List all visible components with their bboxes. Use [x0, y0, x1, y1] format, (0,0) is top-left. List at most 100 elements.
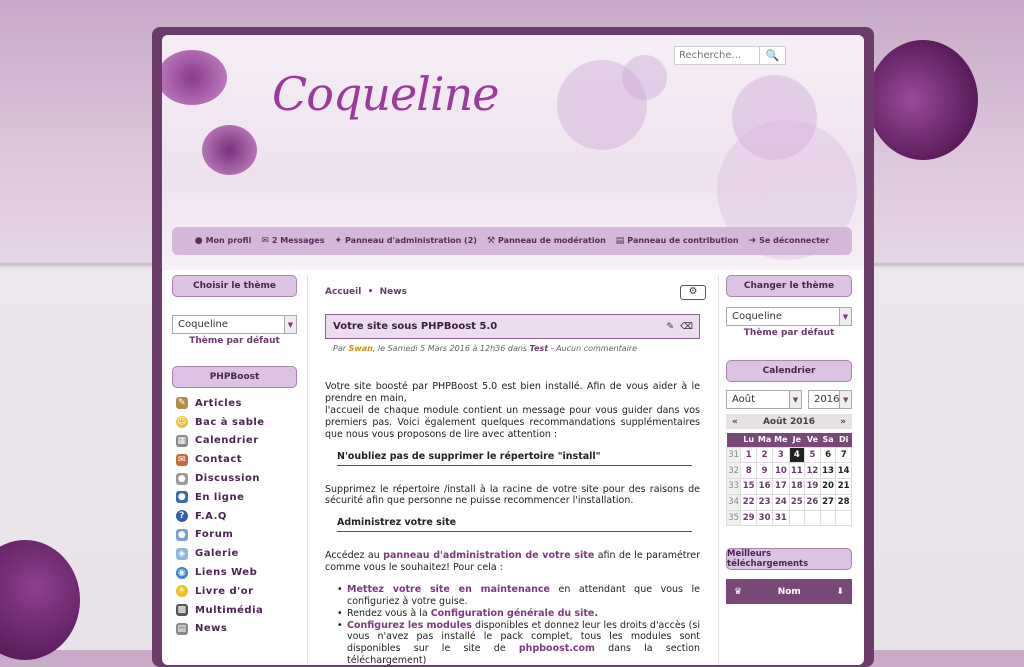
choose-theme-title: Choisir le thème — [172, 275, 297, 297]
module-link-articles[interactable]: ✎ Articles — [172, 394, 297, 413]
admin-steps-list: Mettez votre site en maintenance en atte… — [337, 584, 700, 665]
chevron-down-icon: ▼ — [284, 316, 296, 333]
list-item: Configurez les modules disponibles et do… — [337, 620, 700, 666]
download-icon: ⬇ — [836, 586, 844, 597]
menu-item-moderation[interactable]: ⚒ Panneau de modération — [487, 236, 606, 246]
phpboost-menu-title: PHPBoost — [172, 366, 297, 388]
right-sidebar: Changer le thème Coqueline ▼ Thème par d… — [725, 275, 852, 605]
module-list: ✎ Articles ☺ Bac à sable ▦ Calendrier ✉ Cont… — [172, 394, 297, 638]
breadcrumb-news[interactable]: News — [380, 287, 407, 297]
theme-select[interactable]: Coqueline ▼ — [172, 315, 297, 334]
admin-panel-link[interactable]: panneau d'administration de votre site — [383, 550, 594, 561]
heading-admin: Administrez votre site — [337, 517, 692, 533]
breadcrumb: Accueil • News — [325, 287, 407, 297]
settings-button[interactable]: ⚙ — [680, 285, 706, 300]
sign-out-icon: ➜ — [748, 236, 757, 246]
module-link-news[interactable]: ▤ News — [172, 620, 297, 639]
search-input[interactable] — [675, 47, 759, 64]
contact-card-icon: ✉ — [176, 453, 188, 466]
user-icon: ● — [194, 236, 203, 246]
user-menu: ● Mon profil ✉ 2 Messages ✦ Panneau d'admin… — [172, 227, 852, 255]
change-theme-title: Changer le thème — [726, 275, 852, 297]
site-logo[interactable]: Coqueline — [272, 67, 499, 121]
module-link-calendar[interactable]: ▦ Calendrier — [172, 432, 297, 451]
wrench-icon: ✦ — [334, 236, 343, 246]
breadcrumb-home[interactable]: Accueil — [325, 287, 361, 297]
module-link-online[interactable]: ● En ligne — [172, 488, 297, 507]
module-link-faq[interactable]: ? F.A.Q — [172, 507, 297, 526]
top-downloads-title: Meilleurs téléchargements — [726, 548, 852, 571]
poppy-flower-header-small — [202, 125, 257, 175]
users-icon: ● — [176, 491, 188, 504]
calendar-week: 34 22 23 24 25 26 27 28 — [725, 493, 852, 511]
envelope-icon: ✉ — [261, 236, 269, 246]
edit-icon[interactable]: ✎ — [666, 322, 674, 332]
chevron-down-icon: ▼ — [839, 308, 851, 325]
menu-item-admin[interactable]: ✦ Panneau d'administration (2) — [334, 236, 476, 246]
general-config-link[interactable]: Configuration générale du site. — [431, 608, 598, 619]
calendar-week: 33 15 16 17 18 19 20 21 — [725, 478, 852, 495]
discussion-icon: ● — [176, 472, 188, 485]
poppy-flower-right — [868, 40, 978, 160]
author-link[interactable]: Swan — [349, 344, 373, 353]
calendar-month-label: Août 2016 — [762, 416, 816, 427]
trash-icon[interactable]: ⌫ — [680, 322, 693, 332]
search-box: 🔍 — [674, 46, 786, 65]
calendar-week: 31 1 2 3 4 5 6 7 — [725, 446, 852, 464]
year-select[interactable]: 2016 ▼ — [808, 390, 852, 409]
next-month-button[interactable]: » — [840, 417, 846, 427]
menu-item-logout[interactable]: ➜ Se déconnecter — [749, 236, 830, 246]
poppy-flower-header — [162, 50, 227, 105]
smiley-icon: ☺ — [176, 416, 188, 429]
maintenance-link[interactable]: Mettez votre site en maintenance — [347, 584, 550, 595]
trophy-icon: ♛ — [734, 586, 743, 597]
list-item: Rendez vous à la Configuration générale … — [337, 608, 700, 620]
paragraph: Supprimez le répertoire /install à la ra… — [325, 483, 700, 507]
default-theme-link-right[interactable]: Thème par défaut — [726, 328, 852, 338]
menu-item-contribution[interactable]: ▤ Panneau de contribution — [616, 236, 739, 246]
today-cell[interactable]: 4 — [788, 446, 806, 464]
left-sidebar: Choisir le thème Coqueline ▼ Thème par d… — [172, 275, 297, 638]
paragraph: Accédez au panneau d'administration de v… — [325, 550, 700, 573]
module-link-gallery[interactable]: ◈ Galerie — [172, 544, 297, 563]
page: Coqueline 🔍 ●Mon profil ✉2 Messages ✦Pan… — [162, 35, 864, 665]
calendar-week: 32 8 9 10 11 12 13 14 — [725, 462, 852, 480]
default-theme-link[interactable]: Thème par défaut — [172, 336, 297, 346]
paragraph: Votre site boosté par PHPBoost 5.0 est b… — [325, 381, 700, 405]
month-select[interactable]: Août ▼ — [726, 390, 802, 409]
list-item: Mettez votre site en maintenance en atte… — [337, 584, 700, 608]
sun-icon: ☀ — [176, 585, 188, 598]
modules-config-link[interactable]: Configurez les modules — [347, 620, 472, 631]
file-icon: ▤ — [615, 236, 625, 246]
menu-item-profile[interactable]: ● Mon profil — [195, 236, 252, 246]
module-link-guestbook[interactable]: ☀ Livre d'or — [172, 582, 297, 601]
news-icon: ▤ — [176, 622, 188, 635]
calendar-icon: ▦ — [176, 434, 188, 447]
calendar-nav: « Août 2016 » — [726, 414, 852, 429]
menu-item-messages[interactable]: ✉ 2 Messages — [261, 236, 324, 246]
header: Coqueline 🔍 ●Mon profil ✉2 Messages ✦Pan… — [162, 35, 864, 270]
module-link-sandbox[interactable]: ☺ Bac à sable — [172, 413, 297, 432]
article-body: Votre site boosté par PHPBoost 5.0 est b… — [325, 381, 700, 665]
module-link-weblinks[interactable]: ◉ Liens Web — [172, 563, 297, 582]
theme-select-right[interactable]: Coqueline ▼ — [726, 307, 852, 326]
module-link-contact[interactable]: ✉ Contact — [172, 450, 297, 469]
chevron-down-icon: ▼ — [789, 391, 801, 408]
phpboost-site-link[interactable]: phpboost.com — [519, 643, 595, 654]
gavel-icon: ⚒ — [486, 236, 496, 246]
name-column-header[interactable]: Nom — [778, 587, 801, 597]
main-content: Accueil • News ⚙ Votre site sous PHPBoos… — [325, 275, 706, 665]
gear-icon: ⚙ — [688, 286, 698, 298]
calendar-title: Calendrier — [726, 360, 852, 382]
module-link-multimedia[interactable]: ▩ Multimédia — [172, 601, 297, 620]
heading-install: N'oubliez pas de supprimer le répertoire… — [337, 451, 692, 466]
gallery-icon: ◈ — [176, 547, 188, 560]
category-link[interactable]: Test — [530, 344, 548, 353]
search-button[interactable]: 🔍 — [759, 47, 785, 64]
paragraph: l'accueil de chaque module contient un m… — [325, 405, 700, 440]
calendar-grid: Lu Ma Me Je Ve Sa Di 31 1 2 3 4 5 6 7 32 8 9 10 11 12 13 14 … — [725, 433, 852, 527]
prev-month-button[interactable]: « — [732, 417, 738, 427]
module-link-discussion[interactable]: ● Discussion — [172, 469, 297, 488]
forum-icon: ● — [176, 528, 188, 541]
module-link-forum[interactable]: ● Forum — [172, 526, 297, 545]
